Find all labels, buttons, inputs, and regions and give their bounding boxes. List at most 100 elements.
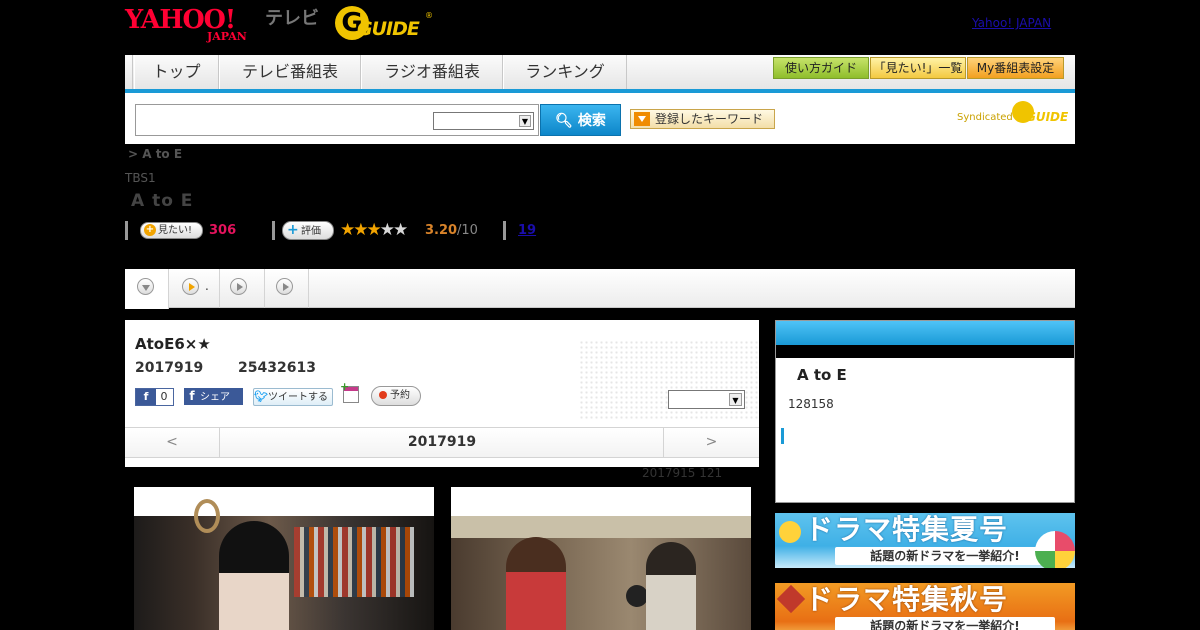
plus-icon: + [144, 224, 156, 236]
previous-date-button[interactable]: < [125, 428, 220, 457]
add-calendar-icon[interactable] [340, 381, 359, 403]
next-date-button[interactable]: > [663, 428, 759, 457]
rate-button[interactable]: + 評価 [282, 221, 334, 240]
triangle-down-icon [634, 112, 650, 126]
episode-photo-2[interactable] [451, 487, 751, 630]
photo-pan [626, 585, 648, 607]
syndicated-logo-text: GUIDE [1026, 110, 1069, 124]
subtab-3[interactable] [220, 269, 265, 308]
sidebar-box-header [776, 321, 1074, 345]
divider [503, 221, 506, 240]
episode-photo-1[interactable] [134, 487, 434, 630]
program-subtabs: . [125, 269, 1075, 309]
episode-date: 2017919 [135, 360, 204, 376]
twitter-bird-icon: 🐦︎ [254, 390, 268, 403]
want-to-watch-button[interactable]: + 見たい! [140, 222, 203, 239]
episode-panel: AtoE6×★ 2017919 25432613 f0 f シェア 🐦︎ツイートす… [125, 320, 759, 467]
japan-logo-text: JAPAN [207, 30, 247, 43]
page-title: A to E [131, 191, 194, 211]
nav-tab-top[interactable]: トップ [134, 55, 219, 89]
star-empty-icon: ★★ [379, 220, 409, 240]
beach-umbrella-icon [1035, 531, 1075, 568]
search-category-select[interactable]: ▼ [433, 112, 534, 130]
banner-subtext: 話題の新ドラマを一挙紹介! [835, 617, 1055, 630]
tweet-button[interactable]: 🐦︎ツイートする [253, 388, 333, 406]
facebook-icon: f [189, 389, 195, 403]
sidebar-program-title[interactable]: A to E [797, 366, 847, 384]
subtab-4[interactable] [265, 269, 309, 308]
nav-tab-radio-schedule[interactable]: ラジオ番組表 [361, 55, 503, 89]
facebook-like-count: 0 [160, 390, 168, 403]
photo-person [506, 537, 566, 630]
syndicated-gguide-logo: GUIDE [1012, 101, 1068, 125]
rating-denominator: /10 [457, 223, 478, 238]
chevron-down-icon: ▼ [729, 393, 742, 406]
search-icon: 🔍︎ [555, 113, 573, 129]
facebook-like-button[interactable]: f0 [135, 388, 174, 406]
episode-date-nav: < 2017919 > [125, 427, 759, 458]
banner-subtext: 話題の新ドラマを一挙紹介! [835, 547, 1055, 565]
channel-name: TBS1 [125, 171, 156, 185]
review-count-link[interactable]: 19 [518, 223, 536, 238]
play-icon [230, 278, 247, 295]
drama-summer-banner[interactable]: ドラマ特集夏号 話題の新ドラマを一挙紹介! [775, 513, 1075, 568]
gguide-logo-text: GUIDE [357, 18, 420, 40]
breadcrumb[interactable]: > A to E [128, 147, 182, 161]
my-schedule-settings-button[interactable]: My番組表設定 [967, 57, 1064, 79]
syndicated-label: Syndicated [957, 112, 1013, 123]
usage-guide-button[interactable]: 使い方ガイド [773, 57, 869, 79]
episode-select[interactable]: ▼ [668, 390, 745, 409]
global-nav: トップ テレビ番組表 ラジオ番組表 ランキング 使い方ガイド 「見たい!」一覧 … [125, 55, 1075, 93]
sidebar-accent-bar [781, 428, 784, 444]
yahoo-japan-link[interactable]: Yahoo! JAPAN [972, 16, 1051, 30]
registered-mark: ® [425, 11, 433, 20]
nav-tab-tv-schedule[interactable]: テレビ番組表 [219, 55, 361, 89]
tv-logo-text[interactable]: テレビ [265, 8, 319, 30]
current-date: 2017919 [407, 434, 477, 450]
search-bar: ▼ 🔍︎ 検索 登録したキーワード Syndicated GUIDE [125, 93, 1075, 144]
sun-icon [779, 521, 801, 543]
nav-tab-ranking[interactable]: ランキング [503, 55, 627, 89]
sidebar-program-box: A to E 128158 [775, 320, 1075, 503]
registered-keywords-label: 登録したキーワード [655, 112, 764, 126]
maple-leaf-icon [776, 584, 806, 614]
search-button[interactable]: 🔍︎ 検索 [540, 104, 621, 136]
want-list-button[interactable]: 「見たい!」一覧 [870, 57, 966, 79]
tweet-label: ツイートする [268, 392, 328, 403]
registered-keywords-button[interactable]: 登録したキーワード [630, 109, 775, 129]
banner-headline: ドラマ特集秋号 [805, 583, 1009, 616]
divider [125, 221, 128, 240]
drama-autumn-banner[interactable]: ドラマ特集秋号 話題の新ドラマを一挙紹介! [775, 583, 1075, 630]
star-filled-icon: ★★★ [340, 220, 382, 240]
photo-bookshelf [294, 527, 414, 597]
divider [272, 221, 275, 240]
chevron-down-icon: ▼ [519, 115, 531, 127]
episode-title: AtoE6×★ [135, 335, 211, 353]
episode-note: 2017915 121 [642, 466, 723, 480]
sidebar-box-subheader [776, 345, 1074, 358]
photo-mirror [194, 499, 220, 533]
search-button-label: 検索 [577, 113, 606, 129]
want-to-watch-label: 見たい! [158, 225, 193, 236]
subtab-1[interactable] [125, 269, 169, 309]
photo-cabinet [451, 516, 751, 538]
record-dot-icon [379, 391, 387, 399]
record-reservation-button[interactable]: 予約 [371, 386, 421, 406]
star-rating: ★★★★★ [340, 220, 409, 240]
yahoo-japan-logo[interactable]: YAHOO! JAPAN [125, 6, 265, 42]
photo-person [646, 542, 696, 630]
reserve-label: 予約 [390, 390, 410, 401]
photo-person [219, 521, 289, 630]
facebook-share-label: シェア [200, 392, 230, 403]
banner-headline: ドラマ特集夏号 [805, 513, 1009, 546]
subtab-2[interactable]: . [169, 269, 220, 308]
play-icon [276, 278, 293, 295]
facebook-icon: f [136, 389, 156, 405]
facebook-share-button[interactable]: f シェア [184, 388, 243, 405]
rating-value: 3.20 [425, 223, 458, 238]
episode-time: 25432613 [238, 360, 316, 376]
chevron-down-icon [137, 278, 154, 295]
subtab-2-label: . [205, 279, 209, 293]
rate-label: 評価 [301, 226, 321, 237]
gguide-logo[interactable]: G GUIDE ® [335, 6, 435, 42]
